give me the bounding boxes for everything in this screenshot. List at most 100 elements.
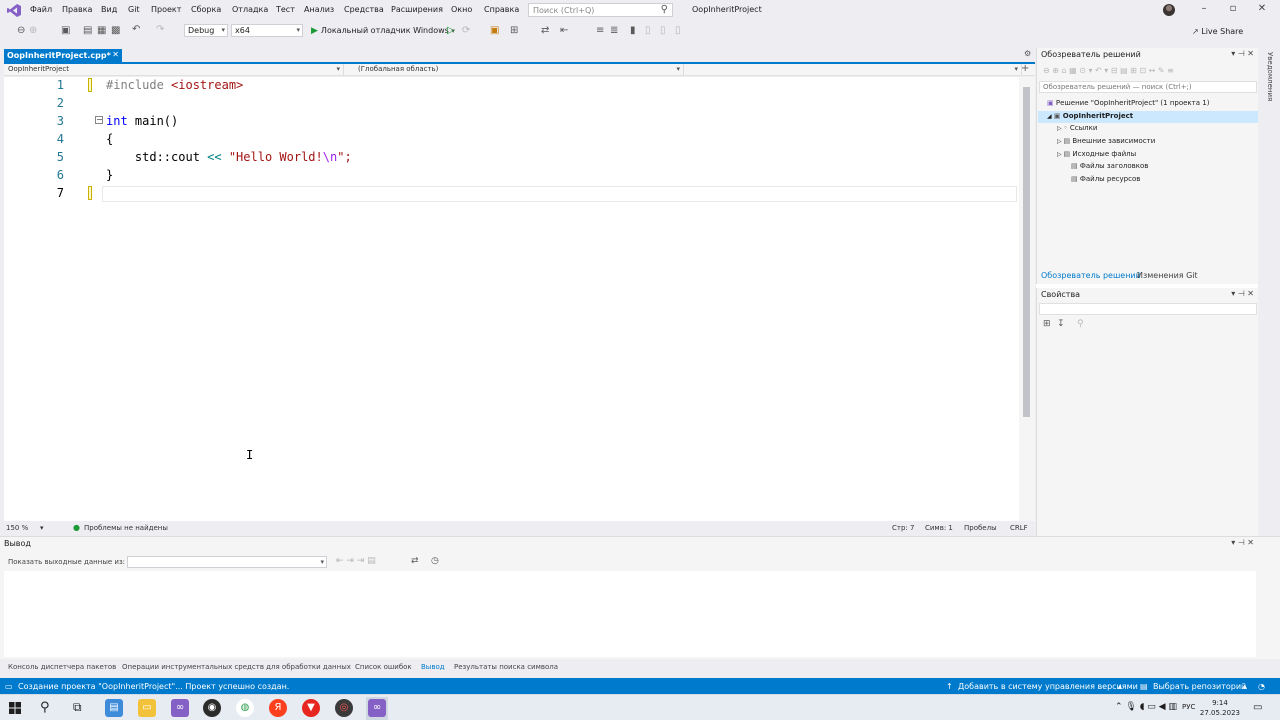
split-window-icon[interactable]: + — [1021, 64, 1029, 74]
visual-studio-active-icon[interactable]: ∞ — [368, 699, 386, 717]
project-node[interactable]: ◢ ▣ OopInheritProject — [1047, 112, 1133, 120]
categorized-icon[interactable]: ⊞ — [1043, 320, 1051, 329]
hot-reload-icon[interactable]: ⟳ — [462, 26, 470, 36]
store-icon[interactable]: ▤ — [105, 699, 123, 717]
menu-build[interactable]: Сборка — [191, 5, 221, 14]
chrome-icon[interactable]: ◍ — [236, 699, 254, 717]
menu-view[interactable]: Вид — [101, 5, 117, 14]
live-share-button[interactable]: ↗ Live Share — [1192, 27, 1243, 36]
tab-data-tools[interactable]: Операции инструментальных средств для об… — [122, 663, 351, 671]
run-debugger-button[interactable]: ▶ Локальный отладчик Windows ▾ — [311, 26, 455, 36]
panel-pin-close-icons[interactable]: ▾ ⊣ ✕ — [1231, 289, 1254, 298]
menu-debug[interactable]: Отладка — [232, 5, 268, 14]
notification-bell-icon[interactable]: ◔ — [1258, 682, 1265, 691]
notifications-icon[interactable]: ▭ — [1253, 702, 1262, 713]
scrollbar-thumb[interactable] — [1023, 87, 1030, 417]
nav-scope-dropdown[interactable]: (Глобальная область) ▾ — [346, 64, 684, 75]
input-language[interactable]: РУС — [1182, 703, 1195, 711]
tab-settings-icon[interactable]: ⚙ — [1024, 50, 1031, 58]
format-icon[interactable]: ⇤ — [560, 26, 568, 36]
new-project-icon[interactable]: ▣ — [61, 26, 70, 36]
forward-icon[interactable]: ⊕ — [29, 26, 37, 36]
bookmark-icon[interactable]: ▮ — [630, 26, 636, 36]
config-select[interactable]: Debug ▾ — [184, 24, 228, 37]
save-all-icon[interactable]: ▩ — [111, 26, 120, 36]
output-toolbar-icons[interactable]: ⇤ ⇥ ⇥ ▤ — [336, 557, 376, 566]
nav-project-dropdown[interactable]: OopInheritProject ▾ — [4, 64, 344, 75]
next-bookmark-icon[interactable]: ▯ — [660, 26, 666, 36]
maximize-icon[interactable]: ▫ — [1223, 3, 1243, 17]
yandex-icon[interactable]: ▼ — [302, 699, 320, 717]
visual-studio-taskbar-icon[interactable]: ∞ — [171, 699, 189, 717]
word-wrap-icon[interactable]: ⇄ — [411, 557, 419, 566]
recorder-icon[interactable]: ◎ — [335, 699, 353, 717]
browse-icon[interactable]: ▣ — [490, 26, 499, 36]
platform-select[interactable]: x64 ▾ — [231, 24, 303, 37]
task-view-icon[interactable]: ⧉ — [73, 700, 82, 715]
tree-node-resource-files[interactable]: ▤ Файлы ресурсов — [1071, 175, 1140, 183]
run-without-debug-icon[interactable]: ▷ — [447, 26, 455, 36]
tree-node-references[interactable]: ▷ ◦ Ссылки — [1057, 124, 1097, 132]
search-icon[interactable]: ⚲ — [40, 700, 50, 715]
sort-alpha-icon[interactable]: ↧ — [1057, 320, 1065, 329]
tab-error-list[interactable]: Список ошибок — [355, 663, 412, 671]
uncomment-icon[interactable]: ≣ — [610, 26, 618, 36]
minimize-icon[interactable]: – — [1194, 3, 1214, 17]
add-source-control-button[interactable]: Добавить в систему управления версиями — [958, 682, 1138, 691]
menu-git[interactable]: Git — [128, 5, 140, 14]
clear-bookmarks-icon[interactable]: ▯ — [675, 26, 681, 36]
menu-tools[interactable]: Средства — [344, 5, 384, 14]
solution-node[interactable]: ▣ Решение "OopInheritProject" (1 проекта… — [1047, 99, 1209, 107]
chevron-down-icon[interactable]: ▾ — [40, 524, 44, 532]
comment-icon[interactable]: ≡ — [596, 26, 604, 36]
open-folder-icon[interactable]: ▤ — [83, 26, 92, 36]
tab-solution-explorer[interactable]: Обозреватель решений — [1041, 271, 1141, 280]
tab-symbol-results[interactable]: Результаты поиска символа — [454, 663, 558, 671]
tree-node-source-files[interactable]: ▷ ▤ Исходные файлы — [1057, 150, 1136, 158]
yandex-browser-icon[interactable]: Я — [269, 699, 287, 717]
problems-status[interactable]: Проблемы не найдены — [84, 524, 168, 532]
notifications-tab[interactable]: Уведомления — [1266, 52, 1274, 101]
tab-document[interactable]: OopInheritProject.cpp* ✕ — [4, 49, 122, 62]
tab-git-changes[interactable]: Изменения Git — [1137, 271, 1198, 280]
file-explorer-icon[interactable]: ▭ — [138, 699, 156, 717]
menu-extensions[interactable]: Расширения — [391, 5, 443, 14]
zoom-level[interactable]: 150 % — [6, 524, 28, 532]
redo-icon[interactable]: ↷ — [156, 25, 164, 35]
editor-scrollbar[interactable] — [1019, 77, 1035, 521]
tree-node-external-deps[interactable]: ▷ ▤ Внешние зависимости — [1057, 137, 1155, 145]
tab-output[interactable]: Вывод — [421, 663, 445, 671]
windows-start-icon[interactable] — [9, 702, 21, 714]
solution-toolbar-icons[interactable]: ⊖ ⊕ ⌂ ▦ ⊙ ▾ ↶ ▾ ⊟ ▤ ⊞ ⊡ ↔ ✎ ≡ — [1043, 67, 1174, 75]
menu-window[interactable]: Окно — [451, 5, 472, 14]
property-pages-icon[interactable]: ⚲ — [1077, 320, 1084, 329]
panel-pin-close-icons[interactable]: ▾ ⊣ ✕ — [1231, 538, 1254, 547]
menu-help[interactable]: Справка — [484, 5, 519, 14]
whitespace-indicator[interactable]: Пробелы — [964, 524, 997, 532]
menu-test[interactable]: Тест — [276, 5, 295, 14]
prev-bookmark-icon[interactable]: ▯ — [645, 26, 651, 36]
line-ending-indicator[interactable]: CRLF — [1010, 524, 1028, 532]
menu-analyze[interactable]: Анализ — [304, 5, 334, 14]
solution-search-input[interactable]: Обозреватель решений — поиск (Ctrl+;) — [1039, 81, 1257, 93]
save-icon[interactable]: ▦ — [97, 26, 106, 36]
output-text-area[interactable] — [4, 571, 1256, 657]
tree-node-header-files[interactable]: ▤ Файлы заголовков — [1071, 162, 1148, 170]
properties-object-select[interactable] — [1039, 303, 1257, 315]
diagnostics-icon[interactable]: ⊞ — [510, 26, 518, 36]
clock[interactable]: 9:14 27.05.2023 — [1200, 698, 1240, 718]
output-source-select[interactable]: ▾ — [127, 556, 327, 568]
menu-edit[interactable]: Правка — [62, 5, 92, 14]
close-icon[interactable]: ✕ — [1252, 3, 1272, 17]
clock-icon[interactable]: ◷ — [431, 557, 439, 566]
menu-file[interactable]: Файл — [30, 5, 52, 14]
avatar[interactable] — [1163, 4, 1175, 16]
select-repository-button[interactable]: Выбрать репозиторий — [1153, 682, 1246, 691]
search-input[interactable]: Поиск (Ctrl+Q) ⚲ — [528, 3, 673, 17]
code-editor[interactable]: 1 2 3 4 5 6 7 − #include <iostream> int … — [4, 77, 1019, 521]
menu-project[interactable]: Проект — [151, 5, 181, 14]
nav-member-dropdown[interactable]: ▾ — [686, 64, 1022, 75]
close-tab-icon[interactable]: ✕ — [112, 50, 119, 59]
app-icon[interactable]: ◉ — [203, 699, 221, 717]
tray-icons[interactable]: ⌃ 🎙 ◖ ▭ ◀ ▥ — [1115, 702, 1177, 712]
